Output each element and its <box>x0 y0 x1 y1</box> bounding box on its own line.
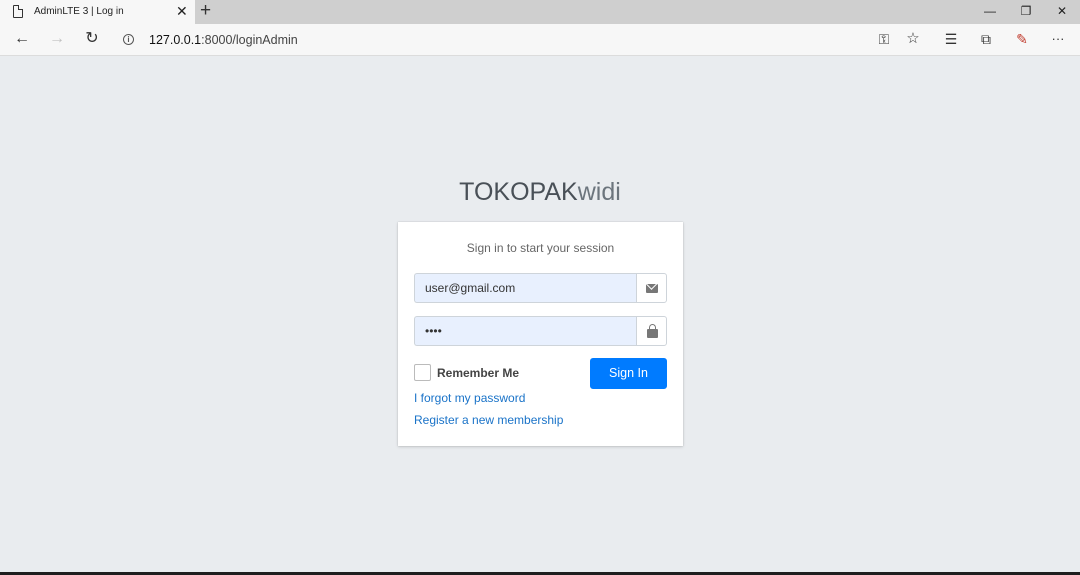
email-field[interactable]: user@gmail.com <box>414 273 636 303</box>
remember-me: Remember Me <box>414 364 574 381</box>
logo-light: widi <box>577 178 621 206</box>
minimize-button[interactable]: — <box>980 2 1000 20</box>
remember-checkbox[interactable] <box>414 364 431 381</box>
password-field[interactable]: •••• <box>414 316 636 346</box>
envelope-icon <box>646 284 658 293</box>
collections-icon[interactable]: ⧉ <box>976 30 996 48</box>
login-message: Sign in to start your session <box>466 241 615 255</box>
refresh-icon[interactable]: ↻ <box>82 30 102 48</box>
sign-in-button[interactable]: Sign In <box>590 358 667 389</box>
tab-title: AdminLTE 3 | Log in <box>34 6 124 17</box>
lock-icon <box>647 324 658 338</box>
extension-icon[interactable]: ✎ <box>1012 30 1032 48</box>
login-card: Sign in to start your session user@gmail… <box>398 222 683 446</box>
favorites-list-icon[interactable]: ☰ <box>941 30 961 48</box>
star-icon[interactable]: ☆ <box>903 30 923 48</box>
more-icon[interactable]: ··· <box>1048 30 1068 48</box>
forgot-password-link[interactable]: I forgot my password <box>414 391 525 405</box>
browser-tab-bar: AdminLTE 3 | Log in ✕ + — ❐ ✕ <box>0 0 1080 24</box>
remember-label[interactable]: Remember Me <box>437 366 519 380</box>
close-window-button[interactable]: ✕ <box>1052 2 1072 20</box>
password-input-group: •••• <box>414 316 667 346</box>
browser-tab[interactable]: AdminLTE 3 | Log in ✕ <box>0 0 195 24</box>
info-icon[interactable]: i <box>123 34 134 45</box>
url-text: 127.0.0.1:8000/loginAdmin <box>149 33 298 47</box>
logo-bold: TOKOPAK <box>459 178 578 206</box>
address-bar[interactable]: i 127.0.0.1:8000/loginAdmin <box>117 27 937 53</box>
new-tab-button[interactable]: + <box>200 0 211 22</box>
key-icon[interactable]: ⚿ <box>874 30 894 48</box>
email-addon <box>636 273 667 303</box>
register-link[interactable]: Register a new membership <box>414 413 563 427</box>
password-addon <box>636 316 667 346</box>
tab-close-icon[interactable]: ✕ <box>176 3 188 19</box>
back-icon[interactable]: ← <box>12 30 32 48</box>
forward-icon[interactable]: → <box>47 30 67 48</box>
browser-navbar: ← → ↻ i 127.0.0.1:8000/loginAdmin ⚿ ☆ ☰ … <box>0 24 1080 56</box>
login-logo: TOKOPAKwidi <box>0 178 1080 207</box>
restore-button[interactable]: ❐ <box>1016 2 1036 20</box>
email-input-group: user@gmail.com <box>414 273 667 303</box>
page-icon <box>13 5 23 18</box>
